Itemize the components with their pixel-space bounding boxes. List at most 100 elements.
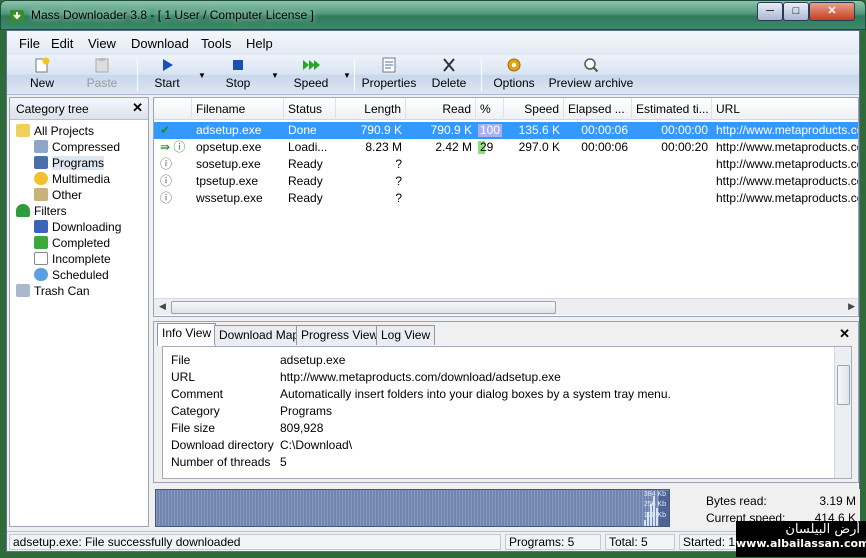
tree-item-programs[interactable]: Programs (34, 156, 105, 172)
vertical-scrollbar[interactable] (834, 347, 851, 478)
tree-item-completed[interactable]: Completed (34, 236, 110, 252)
column-estimated[interactable]: Estimated ti... (632, 98, 712, 120)
stop-label: Stop (225, 76, 251, 90)
play-icon (163, 59, 173, 71)
app-icon (10, 10, 24, 22)
column-speed[interactable]: Speed (504, 98, 564, 120)
properties-button[interactable]: Properties (359, 57, 419, 93)
bytes-read-label: Bytes read: (706, 494, 767, 508)
paste-button[interactable]: Paste (81, 57, 123, 93)
cell-url: http://www.metaproducts.co (716, 157, 859, 171)
cell-url: http://www.metaproducts.co (716, 174, 859, 188)
tree-item-compressed[interactable]: Compressed (34, 140, 120, 156)
paste-label: Paste (86, 76, 118, 90)
new-icon (35, 57, 50, 73)
toolbar-separator (137, 59, 138, 91)
column-length[interactable]: Length (336, 98, 406, 120)
tree-item-downloading[interactable]: Downloading (34, 220, 121, 236)
gear-icon (507, 58, 521, 72)
completed-icon (34, 236, 48, 249)
menu-download[interactable]: Download (131, 36, 189, 51)
delete-button[interactable]: Delete (427, 57, 471, 93)
table-row[interactable]: ⇛ ⓘ opsetup.exe Loadi... 8.23 M 2.42 M 29 297.… (154, 139, 858, 156)
column-url[interactable]: URL (712, 98, 858, 120)
cell-speed: 297.0 K (518, 140, 560, 154)
column-elapsed[interactable]: Elapsed ... (564, 98, 632, 120)
cell-estimated (632, 190, 712, 207)
start-button[interactable]: Start (145, 57, 189, 93)
table-row[interactable]: ⓘ wssetup.exe Ready? http://www.metaproduct… (154, 190, 858, 207)
menu-file[interactable]: File (19, 36, 40, 51)
options-button[interactable]: Options (490, 57, 538, 93)
scrollbar-thumb[interactable] (837, 365, 850, 405)
tree-item-filters[interactable]: Filters (16, 204, 67, 220)
info-key: Download directory (171, 438, 274, 452)
speed-button[interactable]: Speed (289, 57, 333, 93)
tree-item-scheduled[interactable]: Scheduled (34, 268, 109, 284)
maximize-button[interactable]: □ (783, 2, 809, 21)
column-filename[interactable]: Filename (192, 98, 284, 120)
start-dropdown-icon[interactable]: ▼ (198, 71, 206, 80)
scrollbar-thumb[interactable] (171, 301, 556, 314)
graph-bar (644, 520, 646, 526)
scroll-left-icon[interactable]: ◀ (159, 301, 166, 312)
close-button[interactable]: ✕ (809, 2, 855, 21)
tab-progress-view[interactable]: Progress View (296, 325, 384, 345)
cell-status: Done (288, 123, 317, 137)
cell-read: 2.42 M (435, 140, 472, 154)
cell-read: 790.9 K (430, 123, 472, 137)
column-status[interactable]: Status (284, 98, 336, 120)
info-panel-close-icon[interactable]: ✕ (839, 326, 850, 342)
tree-item-other[interactable]: Other (34, 188, 82, 204)
speed-dropdown-icon[interactable]: ▼ (343, 71, 351, 80)
menu-edit[interactable]: Edit (51, 36, 73, 51)
table-row[interactable]: ✔ adsetup.exe Done 790.9 K 790.9 K 100 135.6 K… (154, 122, 859, 139)
column-icons[interactable] (154, 98, 192, 120)
tab-download-map[interactable]: Download Map (214, 325, 305, 345)
tab-log-view[interactable]: Log View (376, 325, 436, 345)
column-percent[interactable]: % (476, 98, 504, 120)
toolbar-separator (481, 59, 482, 91)
menu-view[interactable]: View (88, 36, 116, 51)
tab-info-view[interactable]: Info View (157, 323, 217, 346)
stop-dropdown-icon[interactable]: ▼ (271, 71, 279, 80)
menu-help[interactable]: Help (246, 36, 273, 51)
trash-icon (16, 284, 30, 297)
status-total: Total: 5 (605, 534, 675, 550)
speed-graph: 384 Kb 256 Kb 128 Kb (155, 489, 670, 527)
horizontal-scrollbar[interactable]: ◀ ▶ (154, 298, 858, 315)
column-read[interactable]: Read (406, 98, 476, 120)
tree-item-incomplete[interactable]: Incomplete (34, 252, 111, 268)
table-row[interactable]: ⓘ tpsetup.exe Ready? http://www.metaproduct… (154, 173, 859, 190)
start-label: Start (154, 76, 180, 90)
menu-tools[interactable]: Tools (201, 36, 231, 51)
tree-item-multimedia[interactable]: Multimedia (34, 172, 110, 188)
cell-speed (504, 173, 564, 190)
cell-url: http://www.metaproducts.com (716, 123, 859, 137)
completed-icon: ✔ (160, 123, 171, 137)
cell-filename: tpsetup.exe (196, 174, 259, 188)
cell-pct: 29 (480, 140, 494, 154)
minimize-button[interactable]: ─ (757, 2, 783, 21)
preview-archive-button[interactable]: Preview archive (545, 57, 637, 93)
properties-icon (382, 57, 396, 73)
cell-estimated: 00:00:20 (661, 140, 708, 154)
info-key: Number of threads (171, 455, 271, 469)
new-button[interactable]: New (21, 57, 63, 93)
tree-item-trash-can[interactable]: Trash Can (16, 284, 90, 300)
multimedia-icon (34, 172, 48, 185)
scroll-right-icon[interactable]: ▶ (848, 301, 855, 312)
category-tree-title: Category tree (16, 102, 89, 116)
watermark-site: www.albailassan.com (736, 537, 866, 550)
magnifier-icon (584, 58, 599, 73)
table-row[interactable]: ⓘ sosetup.exe Ready? http://www.metaproduct… (154, 156, 859, 173)
cell-elapsed: 00:00:06 (581, 140, 628, 154)
stop-button[interactable]: Stop (215, 57, 261, 93)
cell-pct (476, 190, 504, 207)
status-message: adsetup.exe: File successfully downloade… (9, 534, 501, 550)
category-tree-close-icon[interactable]: ✕ (132, 100, 143, 116)
toolbar-separator (354, 59, 355, 91)
cell-speed: 135.6 K (518, 123, 560, 137)
tree-item-all-projects[interactable]: All Projects (16, 124, 94, 140)
new-label: New (29, 76, 54, 90)
